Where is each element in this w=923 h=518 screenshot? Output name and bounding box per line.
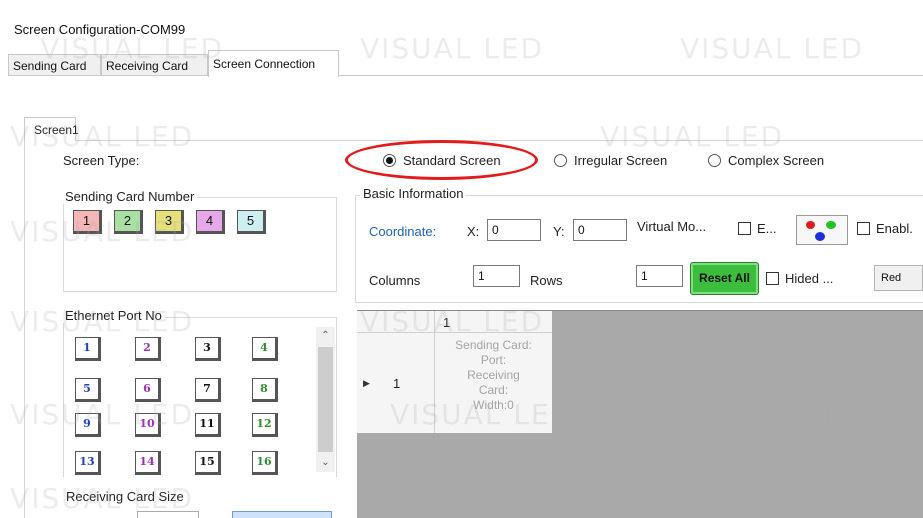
sending-card-4-button[interactable]: 4 [196,210,225,234]
tabs-divider [8,75,923,76]
virtual-mode-label: Virtual Mo... [637,219,707,234]
color-select[interactable]: Red [874,265,923,291]
screen-panel-border [24,140,923,141]
y-coordinate-input[interactable]: 0 [573,219,627,241]
ethernet-port-11-button[interactable]: 11 [195,413,221,437]
sending-card-2-button[interactable]: 2 [114,210,143,234]
title-bar: Screen Configuration-COM99 [0,0,923,50]
radio-irregular-screen[interactable]: Irregular Screen [554,151,667,169]
rows-input[interactable]: 1 [636,265,683,287]
enable-checkbox[interactable]: Enabl. [857,219,913,237]
ethernet-port-4-button[interactable]: 4 [252,337,278,361]
cell-line: Card: [478,383,509,397]
ethernet-port-2-button[interactable]: 2 [135,337,161,361]
radio-complex-label: Complex Screen [728,152,825,168]
receiving-width-stepper[interactable] [137,511,199,518]
radio-complex-screen[interactable]: Complex Screen [708,151,824,169]
cell-line: Receiving [467,368,520,382]
y-label: Y: [553,224,565,239]
green-dot-icon [826,221,836,229]
ethernet-port-title: Ethernet Port No [62,308,165,323]
ethernet-port-scrollbar[interactable]: ⌃ ⌄ [316,327,335,472]
e-checkbox-label: E... [757,220,777,236]
sending-card-5-button[interactable]: 5 [237,210,266,234]
grid-cell[interactable]: Sending Card: Port: Receiving Card: Widt… [435,333,552,433]
cell-line: Sending Card: [455,338,532,352]
ethernet-port-1-button[interactable]: 1 [75,337,101,361]
e-checkbox[interactable]: E... [738,219,777,237]
grid-column-header[interactable]: 1 [435,311,552,333]
ethernet-port-3-button[interactable]: 3 [195,337,221,361]
ethernet-port-8-button[interactable]: 8 [252,378,278,402]
color-picker-button[interactable] [796,215,848,245]
blue-dot-icon [815,232,825,241]
receiving-size-button[interactable] [232,511,332,518]
ethernet-port-10-button[interactable]: 10 [135,413,161,437]
sending-card-number-title: Sending Card Number [62,189,198,204]
basic-information-title: Basic Information [360,186,467,201]
radio-standard-label: Standard Screen [403,152,501,168]
window-title: Screen Configuration-COM99 [14,22,186,37]
scroll-up-icon[interactable]: ⌃ [319,330,332,341]
screen-panel-border-left [24,140,25,518]
ethernet-port-13-button[interactable]: 13 [75,451,101,475]
reset-all-button[interactable]: Reset All [690,262,759,295]
cell-line: Port: [480,353,507,367]
ethernet-port-15-button[interactable]: 15 [195,451,221,475]
grid-corner [357,311,435,333]
radio-unselected-icon [708,153,721,167]
radio-selected-icon [383,153,396,167]
ethernet-port-12-button[interactable]: 12 [252,413,278,437]
hided-checkbox-label: Hided ... [785,270,834,286]
ethernet-port-6-button[interactable]: 6 [135,378,161,402]
tab-sending-card[interactable]: Sending Card [8,54,101,76]
rows-label: Rows [530,273,563,288]
x-coordinate-input[interactable]: 0 [487,219,541,241]
radio-irregular-label: Irregular Screen [574,152,668,168]
x-label: X: [467,224,480,239]
scroll-thumb[interactable] [318,347,333,452]
coordinate-label[interactable]: Coordinate: [369,224,436,239]
sending-card-3-button[interactable]: 3 [155,210,184,234]
ethernet-port-14-button[interactable]: 14 [135,451,161,475]
ethernet-port-7-button[interactable]: 7 [195,378,221,402]
enable-checkbox-label: Enabl. [876,220,913,236]
checkbox-box[interactable] [857,221,870,235]
tab-screen1[interactable]: Screen1 [24,117,79,141]
columns-label: Columns [369,273,421,288]
checkbox-box[interactable] [738,221,751,235]
sending-card-1-button[interactable]: 1 [73,210,102,234]
screen-grid[interactable]: 1 ▶ 1 Sending Card: Port: Receiving Card… [357,310,923,518]
grid-row-header[interactable]: ▶ 1 [357,333,435,433]
grid-row-number: 1 [393,376,401,391]
cell-line: Width:0 [473,398,514,412]
tab-receiving-card[interactable]: Receiving Card [101,54,208,76]
checkbox-box[interactable] [766,271,779,285]
ethernet-port-5-button[interactable]: 5 [75,378,101,402]
hided-checkbox[interactable]: Hided ... [766,269,833,287]
row-pointer-icon: ▶ [363,378,370,388]
receiving-card-size-title: Receiving Card Size [63,489,187,504]
scroll-down-icon[interactable]: ⌄ [319,457,332,468]
red-dot-icon [806,221,815,229]
ethernet-port-16-button[interactable]: 16 [252,451,278,475]
tab-screen-connection[interactable]: Screen Connection [208,50,339,77]
radio-standard-screen[interactable]: Standard Screen [383,151,501,169]
watermark-text: VISUAL LED [600,120,785,153]
ethernet-port-9-button[interactable]: 9 [75,413,101,437]
columns-input[interactable]: 1 [473,265,520,287]
radio-unselected-icon [554,153,567,167]
screen-type-label: Screen Type: [63,153,140,168]
